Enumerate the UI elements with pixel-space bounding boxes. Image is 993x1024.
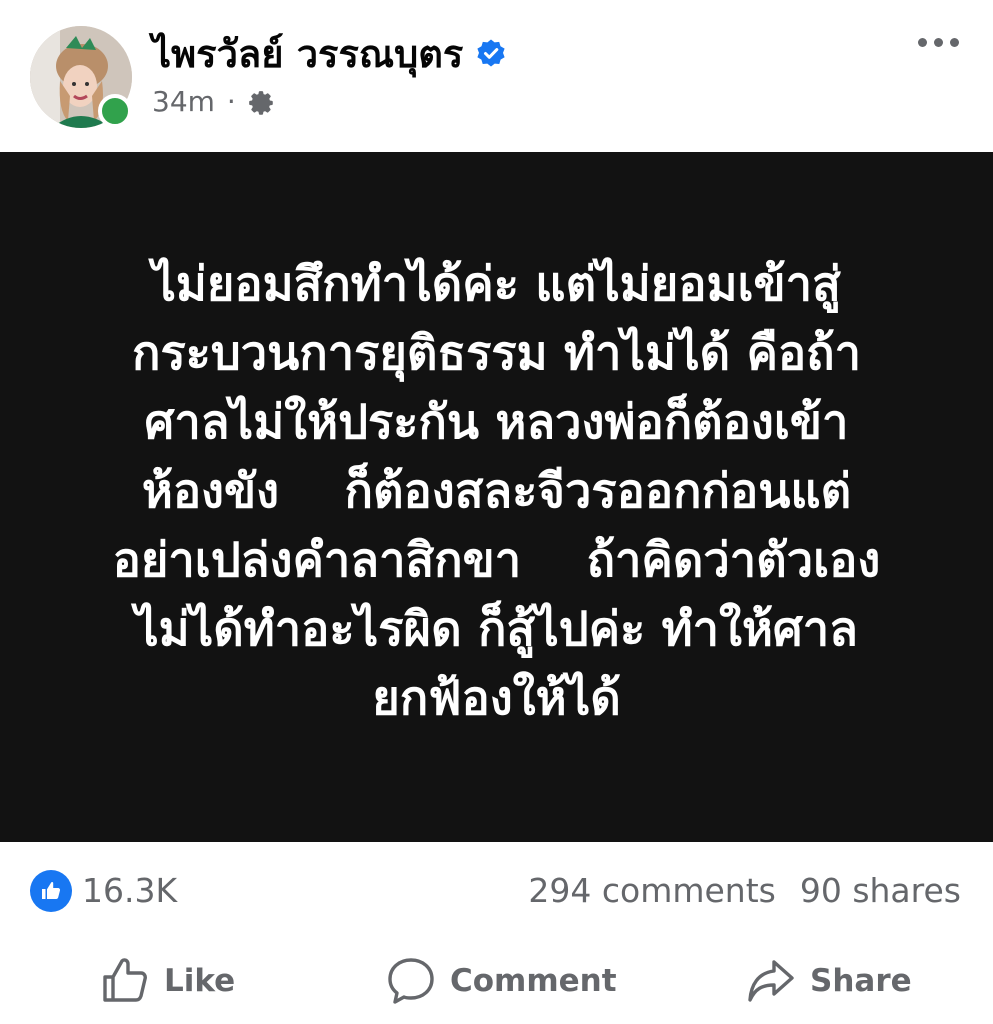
author-name[interactable]: ไพรวัลย์ วรรณบุตร — [152, 30, 463, 78]
comment-bubble-icon — [388, 958, 434, 1004]
gear-icon[interactable] — [248, 88, 276, 116]
thumbs-up-icon — [103, 958, 147, 1002]
like-button[interactable]: Like — [100, 956, 235, 1006]
online-status-dot — [98, 94, 132, 128]
reactions-summary[interactable]: 16.3K — [30, 870, 177, 912]
facebook-post: ไพรวัลย์ วรรณบุตร 34m · ไม่ยอมสึกทำได้ค่… — [0, 0, 993, 1024]
more-dot-icon — [934, 38, 943, 47]
engagement-counts: 294 comments 90 shares — [528, 870, 961, 912]
post-header: ไพรวัลย์ วรรณบุตร 34m · — [0, 0, 993, 152]
more-options-button[interactable] — [918, 38, 959, 47]
meta-separator: · — [226, 85, 236, 118]
post-stats: 16.3K 294 comments 90 shares — [0, 842, 993, 942]
post-content[interactable]: ไม่ยอมสึกทำได้ค่ะ แต่ไม่ยอมเข้าสู่ กระบว… — [0, 152, 993, 842]
more-dot-icon — [918, 38, 927, 47]
like-label: Like — [164, 963, 236, 999]
post-meta: 34m · — [152, 84, 276, 120]
more-dot-icon — [950, 38, 959, 47]
share-arrow-icon — [748, 960, 794, 1002]
post-time[interactable]: 34m — [152, 84, 215, 120]
comment-button[interactable]: Comment — [386, 956, 617, 1006]
like-reaction-icon — [30, 870, 72, 912]
share-button[interactable]: Share — [746, 956, 912, 1006]
post-actions: Like Comment Share — [0, 942, 993, 1024]
post-text: ไม่ยอมสึกทำได้ค่ะ แต่ไม่ยอมเข้าสู่ กระบว… — [112, 256, 881, 726]
comments-count[interactable]: 294 comments — [528, 870, 775, 912]
shares-count[interactable]: 90 shares — [800, 870, 961, 912]
author-name-row: ไพรวัลย์ วรรณบุตร — [152, 30, 507, 78]
reaction-count: 16.3K — [82, 871, 178, 910]
author-avatar[interactable] — [30, 26, 132, 128]
comment-label: Comment — [450, 963, 617, 999]
share-label: Share — [810, 963, 912, 999]
verified-badge-icon — [477, 39, 505, 67]
